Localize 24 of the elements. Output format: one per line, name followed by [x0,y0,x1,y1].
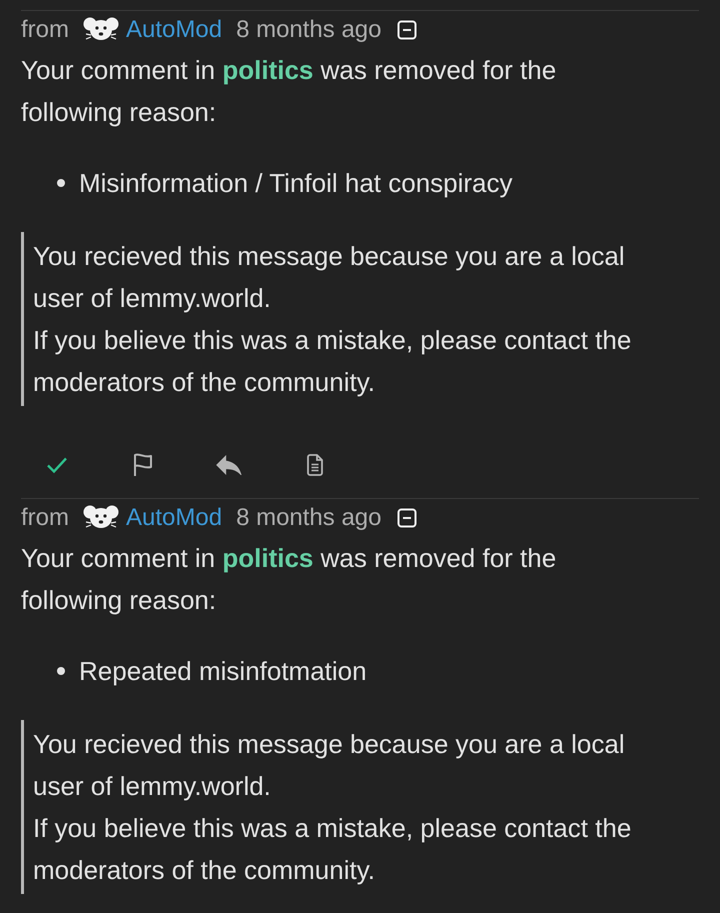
quote-text: If you believe this was a mistake, please contact the moderators of the community. [33,812,632,887]
reason-text: Repeated misinfotmation [79,655,367,688]
collapse-button[interactable] [396,20,416,40]
reason-text: Misinformation / Tinfoil hat conspiracy [79,167,513,200]
community-link[interactable]: politics [222,55,314,85]
quote-text: You recieved this message because you are a local user of lemmy.world. [33,728,626,803]
removal-notice-text: Your comment in politics was removed for the following reason: [21,542,558,617]
author-link[interactable]: AutoMod [126,12,222,48]
timestamp: 8 months ago [236,503,382,533]
from-label: from [21,15,69,45]
quote-text: You recieved this message because you are a local user of lemmy.world. [33,240,626,315]
check-icon [46,456,68,474]
from-label: from [21,503,69,533]
bullet-icon [57,179,65,187]
author-link[interactable]: AutoMod [126,500,222,536]
collapse-button[interactable] [396,508,416,528]
reply-arrow-icon [216,455,242,475]
bullet-icon [57,667,65,675]
timestamp: 8 months ago [236,15,382,45]
document-icon [306,454,324,476]
removal-notice-text: Your comment in politics was removed for the following reason: [21,54,558,129]
community-link[interactable]: politics [222,543,314,573]
flag-icon [132,453,154,477]
quote-text: If you believe this was a mistake, please contact the moderators of the community. [33,324,632,399]
